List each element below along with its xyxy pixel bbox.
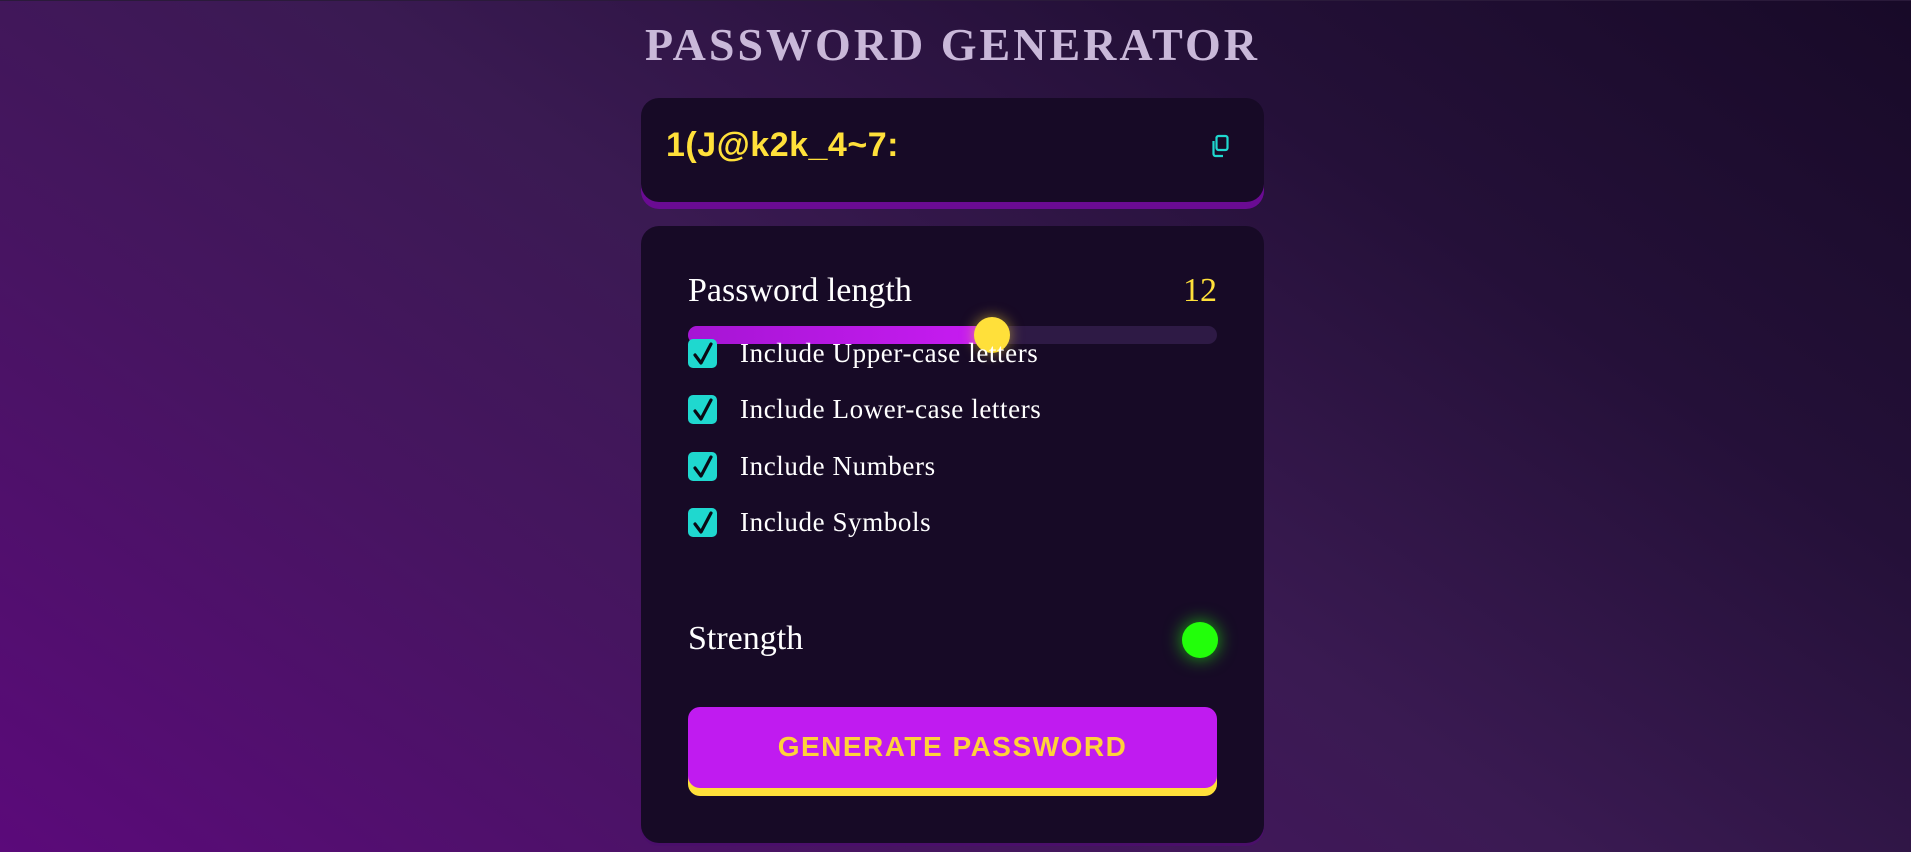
option-uppercase[interactable]: Include Upper-case letters — [688, 338, 1038, 368]
generated-password: 1(J@k2k_4~7: — [666, 126, 899, 164]
option-lowercase[interactable]: Include Lower-case letters — [688, 394, 1041, 424]
checkmark-icon — [693, 341, 713, 365]
generate-password-button[interactable]: GENERATE PASSWORD — [688, 707, 1217, 788]
settings-panel: Password length 12 Include Upper-case le… — [641, 226, 1264, 843]
checkmark-icon — [693, 510, 713, 534]
strength-label: Strength — [688, 620, 804, 657]
top-border — [0, 0, 1911, 1]
copy-icon[interactable] — [1207, 132, 1235, 160]
checkbox-symbols[interactable] — [688, 507, 717, 537]
option-label: Include Lower-case letters — [740, 393, 1042, 424]
checkmark-icon — [693, 454, 713, 478]
password-length-label: Password length — [688, 272, 912, 309]
strength-indicator — [1182, 622, 1218, 658]
checkmark-icon — [693, 397, 713, 421]
password-output: 1(J@k2k_4~7: — [641, 98, 1264, 202]
option-symbols[interactable]: Include Symbols — [688, 507, 931, 537]
checkbox-numbers[interactable] — [688, 451, 717, 481]
option-label: Include Numbers — [740, 450, 936, 481]
option-numbers[interactable]: Include Numbers — [688, 451, 936, 481]
checkbox-uppercase[interactable] — [688, 338, 717, 368]
option-label: Include Upper-case letters — [740, 337, 1039, 368]
password-length-value: 12 — [1183, 272, 1217, 309]
option-label: Include Symbols — [740, 506, 932, 537]
checkbox-lowercase[interactable] — [688, 394, 717, 424]
page-title: PASSWORD GENERATOR — [644, 19, 1261, 70]
